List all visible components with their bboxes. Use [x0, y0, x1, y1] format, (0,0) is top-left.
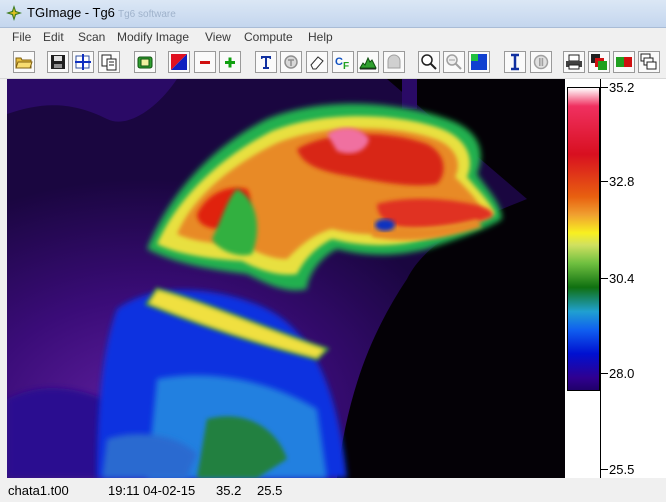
window-subtitle: Tg6 software	[118, 9, 176, 20]
decrease-button[interactable]	[194, 51, 216, 73]
increase-button[interactable]	[219, 51, 241, 73]
layers-icon	[591, 54, 607, 70]
status-datetime: 19:11 04-02-15	[108, 483, 196, 498]
app-logo-icon	[6, 5, 22, 21]
scale-label: 30.4	[609, 271, 635, 286]
histogram-button[interactable]	[357, 51, 379, 73]
zoom-disabled-icon	[446, 54, 462, 70]
status-filename: chata1.t00	[8, 483, 69, 498]
window-title: TGImage - Tg6	[27, 5, 115, 20]
text-tool-icon	[261, 56, 271, 69]
menu-compute[interactable]: Compute	[244, 30, 293, 44]
menu-help[interactable]: Help	[308, 30, 333, 44]
print-icon	[566, 54, 582, 70]
text-button[interactable]	[255, 51, 277, 73]
eraser-button[interactable]	[306, 51, 328, 73]
menu-scan[interactable]: Scan	[78, 30, 105, 44]
print-button[interactable]	[563, 51, 585, 73]
compare-button[interactable]	[613, 51, 635, 73]
thermal-image[interactable]	[7, 79, 565, 478]
scale-tick	[600, 373, 608, 374]
disabled-profile-icon	[387, 54, 401, 69]
region-button[interactable]	[468, 51, 490, 73]
camera-icon	[137, 56, 153, 69]
crosshair-button[interactable]	[72, 51, 94, 73]
cascade-icon	[640, 53, 657, 70]
scale-tick	[600, 87, 608, 88]
color-palette-icon	[171, 54, 187, 70]
zoom-in-button[interactable]	[418, 51, 440, 73]
status-max-temp: 35.2	[216, 483, 242, 498]
temperature-scale-panel: 35.2 32.8 30.4 28.0 25.5	[565, 79, 666, 478]
menu-view[interactable]: View	[205, 30, 231, 44]
open-folder-icon	[15, 57, 33, 69]
thermal-image-canvas	[7, 79, 565, 478]
copy-icon	[101, 54, 117, 71]
svg-text:C: C	[335, 56, 343, 68]
measure-button[interactable]	[280, 51, 302, 73]
celsius-fahrenheit-icon: CF	[335, 56, 349, 71]
region-icon	[471, 54, 487, 70]
cascade-button[interactable]	[638, 51, 660, 73]
capture-button[interactable]	[134, 51, 156, 73]
layers-button[interactable]	[588, 51, 610, 73]
scale-label-max: 35.2	[609, 80, 635, 95]
scale-tick	[600, 278, 608, 279]
cursor-button[interactable]	[504, 51, 526, 73]
scale-label: 32.8	[609, 174, 635, 189]
menu-edit[interactable]: Edit	[43, 30, 64, 44]
plus-icon	[225, 57, 235, 68]
status-bar: chata1.t00 19:11 04-02-15 35.2 25.5	[0, 479, 666, 502]
title-bar: TGImage - Tg6 Tg6 software	[0, 0, 666, 28]
crosshair-icon	[75, 54, 91, 70]
cursor-beam-icon	[511, 53, 519, 71]
histogram-icon	[359, 56, 377, 70]
menu-file[interactable]: File	[12, 30, 31, 44]
scale-label: 28.0	[609, 366, 635, 381]
zoom-out-button[interactable]	[443, 51, 465, 73]
menu-bar: File Edit Scan Modify Image View Compute…	[0, 28, 666, 46]
scale-tick	[600, 469, 608, 470]
stop-button[interactable]	[530, 51, 552, 73]
svg-text:F: F	[343, 61, 349, 71]
disabled-circle-icon	[284, 55, 298, 69]
disabled-stop-icon	[533, 54, 549, 70]
compare-icon	[616, 57, 632, 67]
zoom-in-icon	[421, 54, 437, 70]
scale-label-min: 25.5	[609, 462, 635, 477]
save-icon	[51, 55, 65, 69]
save-button[interactable]	[47, 51, 69, 73]
toolbar: CF	[0, 47, 666, 79]
open-button[interactable]	[13, 51, 35, 73]
scale-tick	[600, 181, 608, 182]
copy-button[interactable]	[98, 51, 120, 73]
status-min-temp: 25.5	[257, 483, 283, 498]
palette-button[interactable]	[168, 51, 190, 73]
eraser-icon	[310, 56, 324, 70]
temperature-color-bar	[567, 87, 600, 391]
units-button[interactable]: CF	[332, 51, 354, 73]
menu-modify-image[interactable]: Modify Image	[117, 30, 189, 44]
profile-button[interactable]	[383, 51, 405, 73]
minus-icon	[200, 61, 210, 64]
